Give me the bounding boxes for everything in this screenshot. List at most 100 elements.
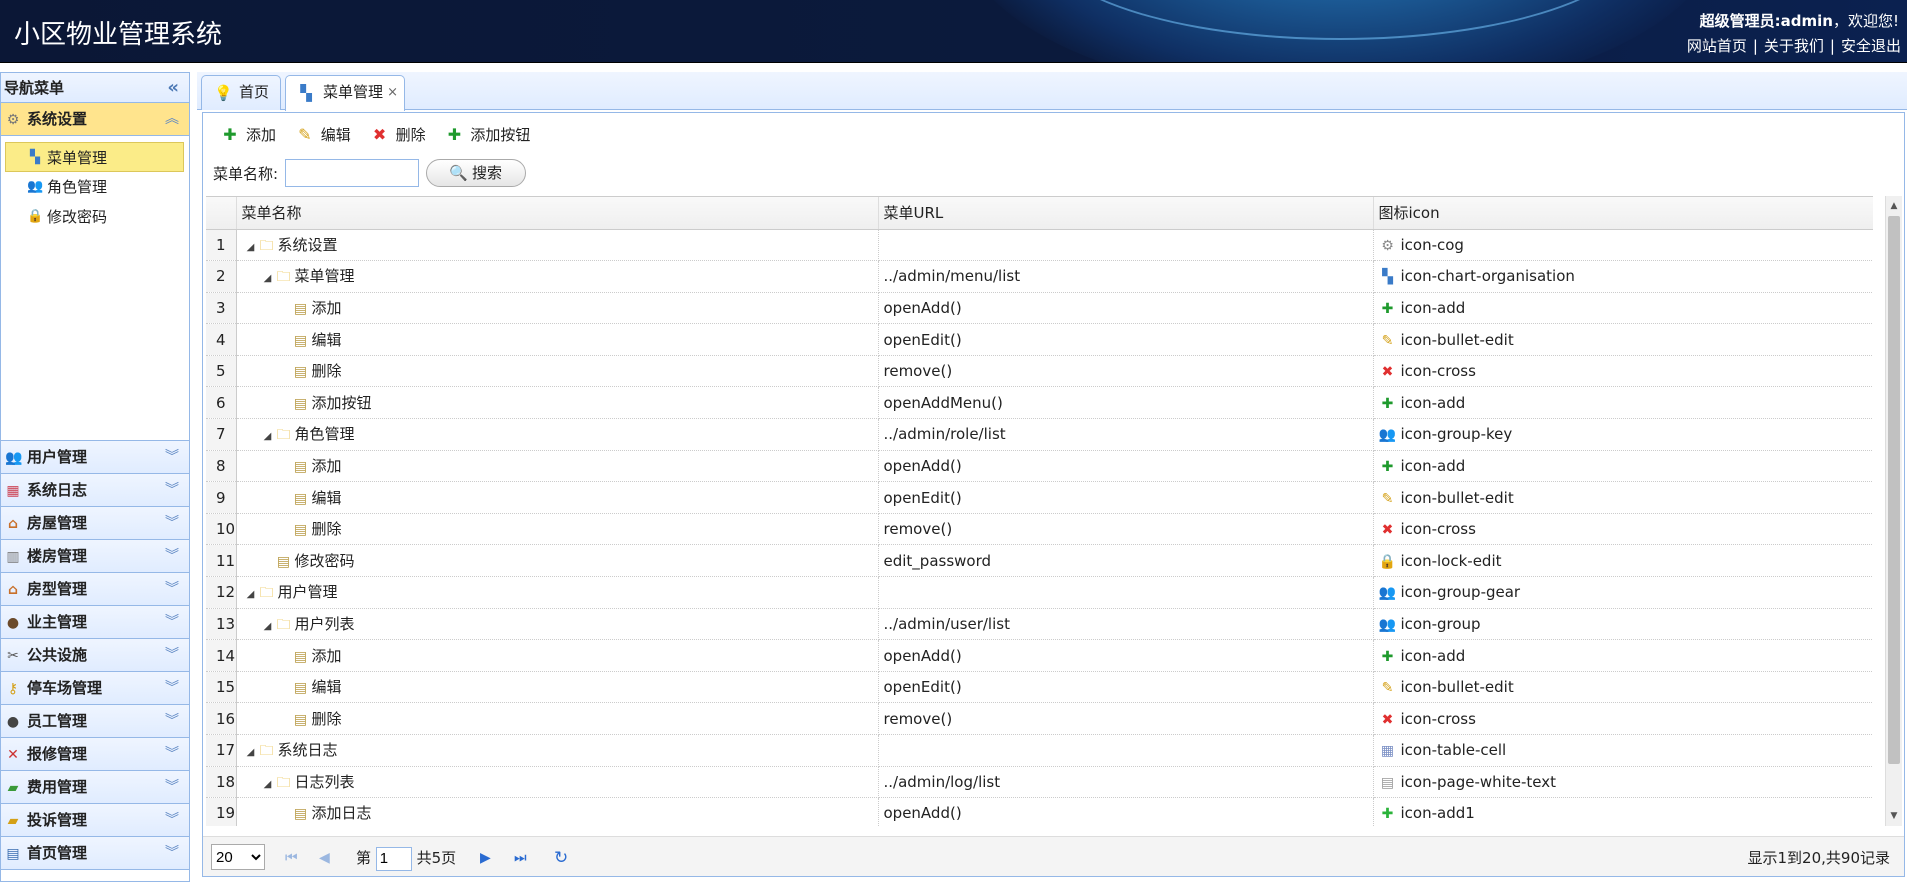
chevron-down-icon[interactable]: ︾ (165, 771, 179, 804)
nav-group-staff[interactable]: ● 员工管理 ︾ (1, 705, 189, 738)
chevron-down-icon[interactable]: ︾ (165, 474, 179, 507)
chevron-up-icon[interactable]: ︽ (165, 103, 179, 136)
menu-name-search-input[interactable] (284, 159, 419, 187)
expand-arrow-icon[interactable]: ◢ (261, 427, 275, 447)
table-row[interactable]: 12 ◢ 🗀 用户管理 👥 icon-group-gear (206, 576, 1873, 609)
icon-class-text: icon-bullet-edit (1400, 488, 1514, 507)
expand-arrow-icon[interactable]: ◢ (261, 617, 275, 637)
close-tab-icon[interactable]: × (387, 76, 398, 109)
chevron-down-icon[interactable]: ︾ (165, 507, 179, 540)
chevron-down-icon[interactable]: ︾ (165, 606, 179, 639)
table-row[interactable]: 7 ◢ 🗀 角色管理 ../admin/role/list 👥 icon-group-key (206, 418, 1873, 451)
expand-arrow-icon[interactable]: ◢ (244, 585, 258, 605)
edit-button[interactable]: ✎ 编辑 (295, 123, 351, 147)
add-icon: ✚ (1381, 648, 1394, 665)
next-page-icon[interactable]: ▶ (480, 846, 491, 870)
nav-group-system-settings[interactable]: ⚙ 系统设置 ︽ (1, 103, 189, 136)
table-row[interactable]: 17 ◢ 🗀 系统日志 ▦ icon-table-cell (206, 734, 1873, 767)
table-row[interactable]: 2 ◢ 🗀 菜单管理 ../admin/menu/list ▚ icon-chart-org… (206, 260, 1873, 293)
table-row[interactable]: 13 ◢ 🗀 用户列表 ../admin/user/list 👥 icon-group (206, 608, 1873, 641)
sidebar-item-change-password[interactable]: 🔒 修改密码 (1, 202, 189, 232)
refresh-icon[interactable]: ↻ (554, 846, 568, 870)
nav-group-fee[interactable]: ▰ 费用管理 ︾ (1, 771, 189, 804)
column-header-url[interactable]: 菜单URL (878, 197, 1374, 230)
chevron-down-icon[interactable]: ︾ (165, 738, 179, 771)
chevron-down-icon[interactable]: ︾ (165, 573, 179, 606)
expand-arrow-icon[interactable]: ◢ (261, 269, 275, 289)
chart-organisation-icon: ▚ (30, 150, 40, 165)
table-row[interactable]: 19 ▤ 添加日志 openAdd() ✚ icon-add1 (206, 797, 1873, 826)
icon-class-text: icon-group (1400, 614, 1481, 633)
expand-arrow-icon[interactable]: ◢ (244, 238, 258, 258)
first-page-icon[interactable]: ⏮ (285, 846, 298, 870)
table-row[interactable]: 15 ▤ 编辑 openEdit() ✎ icon-bullet-edit (206, 671, 1873, 704)
table-row[interactable]: 5 ▤ 删除 remove() ✖ icon-cross (206, 355, 1873, 388)
table-row[interactable]: 18 ◢ 🗀 日志列表 ../admin/log/list ▤ icon-page-whit… (206, 766, 1873, 799)
nav-group-owner[interactable]: ● 业主管理 ︾ (1, 606, 189, 639)
content-panel: ✚ 添加 ✎ 编辑 ✖ 删除 ✚ 添加按钮 菜单名称: 🔍 搜索 菜单名称 菜单… (202, 112, 1905, 877)
last-page-icon[interactable]: ⏭ (514, 846, 527, 870)
table-row[interactable]: 9 ▤ 编辑 openEdit() ✎ icon-bullet-edit (206, 481, 1873, 514)
chevron-down-icon[interactable]: ︾ (165, 804, 179, 837)
cell-menu-name: ◢ 🗀 用户管理 (236, 576, 879, 609)
nav-group-complaint[interactable]: ▰ 投诉管理 ︾ (1, 804, 189, 837)
column-header-icon[interactable]: 图标icon (1373, 197, 1873, 230)
tab-home[interactable]: 💡 首页 (201, 75, 281, 110)
page-number-input[interactable] (375, 846, 412, 871)
prev-page-icon[interactable]: ◀ (319, 846, 330, 870)
nav-group-syslog[interactable]: ▦ 系统日志 ︾ (1, 474, 189, 507)
sidebar-item-menu-manage[interactable]: ▚ 菜单管理 (5, 142, 184, 172)
pagination-bar: 20 ⏮ ◀ 第 共5页 ▶ ⏭ ↻ 显示1到20,共90记录 (203, 836, 1904, 876)
nav-group-house[interactable]: ⌂ 房屋管理 ︾ (1, 507, 189, 540)
chevron-down-icon[interactable]: ︾ (165, 672, 179, 705)
chevron-down-icon[interactable]: ︾ (165, 705, 179, 738)
nav-group-parking[interactable]: ⚷ 停车场管理 ︾ (1, 672, 189, 705)
add-button[interactable]: ✚ 添加 (220, 123, 276, 147)
vertical-scrollbar[interactable]: ▲ ▼ (1885, 196, 1902, 826)
cell-menu-url (878, 229, 1374, 262)
collapse-sidebar-icon[interactable]: « (167, 73, 179, 103)
scroll-down-arrow-icon[interactable]: ▼ (1886, 808, 1902, 824)
table-row[interactable]: 4 ▤ 编辑 openEdit() ✎ icon-bullet-edit (206, 323, 1873, 356)
column-header-name[interactable]: 菜单名称 (236, 197, 879, 230)
chevron-down-icon[interactable]: ︾ (165, 837, 179, 870)
table-row[interactable]: 1 ◢ 🗀 系统设置 ⚙ icon-cog (206, 229, 1873, 262)
link-home[interactable]: 网站首页 (1687, 37, 1747, 55)
add-button-button[interactable]: ✚ 添加按钮 (444, 123, 531, 147)
cell-menu-url: openAdd() (878, 797, 1374, 826)
table-row[interactable]: 6 ▤ 添加按钮 openAddMenu() ✚ icon-add (206, 386, 1873, 420)
chevron-down-icon[interactable]: ︾ (165, 639, 179, 672)
link-about[interactable]: 关于我们 (1764, 37, 1824, 55)
table-row[interactable]: 11 ▤ 修改密码 edit_password 🔒 icon-lock-edit (206, 544, 1873, 578)
expand-arrow-icon[interactable]: ◢ (244, 743, 258, 763)
nav-group-building[interactable]: ▥ 楼房管理 ︾ (1, 540, 189, 573)
link-logout[interactable]: 安全退出 (1841, 37, 1901, 55)
expand-arrow-icon[interactable]: ◢ (261, 775, 275, 795)
table-row[interactable]: 16 ▤ 删除 remove() ✖ icon-cross (206, 702, 1873, 735)
table-row[interactable]: 14 ▤ 添加 openAdd() ✚ icon-add (206, 639, 1873, 672)
nav-group-repair[interactable]: ✕ 报修管理 ︾ (1, 738, 189, 771)
delete-button[interactable]: ✖ 删除 (370, 123, 426, 147)
cell-icon-name: ▦ icon-table-cell (1373, 734, 1873, 767)
page-size-select[interactable]: 20 (211, 844, 265, 870)
search-button[interactable]: 🔍 搜索 (425, 159, 526, 187)
chevron-down-icon[interactable]: ︾ (165, 540, 179, 573)
scrollbar-thumb[interactable] (1888, 216, 1900, 764)
chevron-down-icon[interactable]: ︾ (165, 441, 179, 474)
nav-group-house-type[interactable]: ⌂ 房型管理 ︾ (1, 573, 189, 606)
nav-group-facility[interactable]: ✂ 公共设施 ︾ (1, 639, 189, 672)
icon-class-text: icon-add1 (1400, 804, 1475, 823)
table-row[interactable]: 3 ▤ 添加 openAdd() ✚ icon-add (206, 292, 1873, 325)
nav-group-homepage[interactable]: ▤ 首页管理 ︾ (1, 837, 189, 870)
cell-menu-name: ◢ 🗀 角色管理 (236, 418, 879, 451)
row-number: 5 (206, 355, 237, 388)
sidebar-item-role-manage[interactable]: 👥 角色管理 (1, 172, 189, 202)
tab-menu-manage[interactable]: ▚ 菜单管理 × (285, 75, 405, 111)
table-row[interactable]: 8 ▤ 添加 openAdd() ✚ icon-add (206, 450, 1873, 483)
cell-menu-name: ◢ 🗀 系统设置 (236, 229, 879, 262)
building-icon: ▥ (6, 549, 20, 565)
table-row[interactable]: 10 ▤ 删除 remove() ✖ icon-cross (206, 513, 1873, 546)
cell-icon-name: ✚ icon-add (1373, 450, 1873, 483)
scroll-up-arrow-icon[interactable]: ▲ (1886, 198, 1902, 214)
nav-group-user[interactable]: 👥 用户管理 ︾ (1, 441, 189, 474)
